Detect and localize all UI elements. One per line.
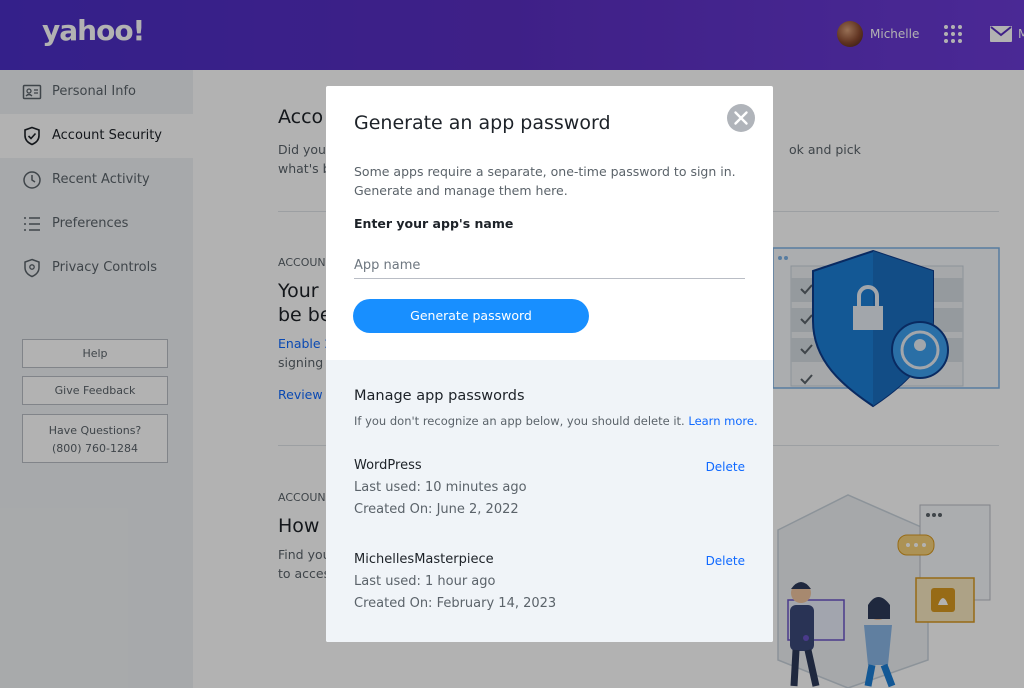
dialog-title: Generate an app password — [354, 112, 611, 134]
app-name-input[interactable] — [354, 252, 745, 279]
section-description: If you don't recognize an app below, you… — [354, 414, 758, 428]
generate-app-password-dialog: Generate an app password Some apps requi… — [326, 86, 773, 642]
manage-app-passwords-section: Manage app passwords If you don't recogn… — [326, 360, 773, 642]
app-created-on: Created On: February 14, 2023 — [354, 596, 557, 611]
list-item: WordPress Last used: 10 minutes ago Crea… — [326, 458, 773, 538]
app-last-used: Last used: 1 hour ago — [354, 574, 496, 589]
app-created-on: Created On: June 2, 2022 — [354, 502, 519, 517]
app-last-used: Last used: 10 minutes ago — [354, 480, 527, 495]
learn-more-link[interactable]: Learn more. — [688, 414, 757, 428]
app-name: MichellesMasterpiece — [354, 552, 494, 567]
delete-app-button[interactable]: Delete — [706, 460, 745, 474]
manage-description-text: If you don't recognize an app below, you… — [354, 414, 685, 428]
generate-password-button[interactable]: Generate password — [353, 299, 589, 333]
close-button[interactable] — [727, 104, 755, 132]
delete-app-button[interactable]: Delete — [706, 554, 745, 568]
section-title: Manage app passwords — [354, 388, 525, 404]
list-item: MichellesMasterpiece Last used: 1 hour a… — [326, 552, 773, 632]
dialog-description: Some apps require a separate, one-time p… — [354, 164, 736, 198]
close-icon — [734, 111, 748, 125]
app-name: WordPress — [354, 458, 422, 473]
app-name-label: Enter your app's name — [354, 216, 514, 231]
